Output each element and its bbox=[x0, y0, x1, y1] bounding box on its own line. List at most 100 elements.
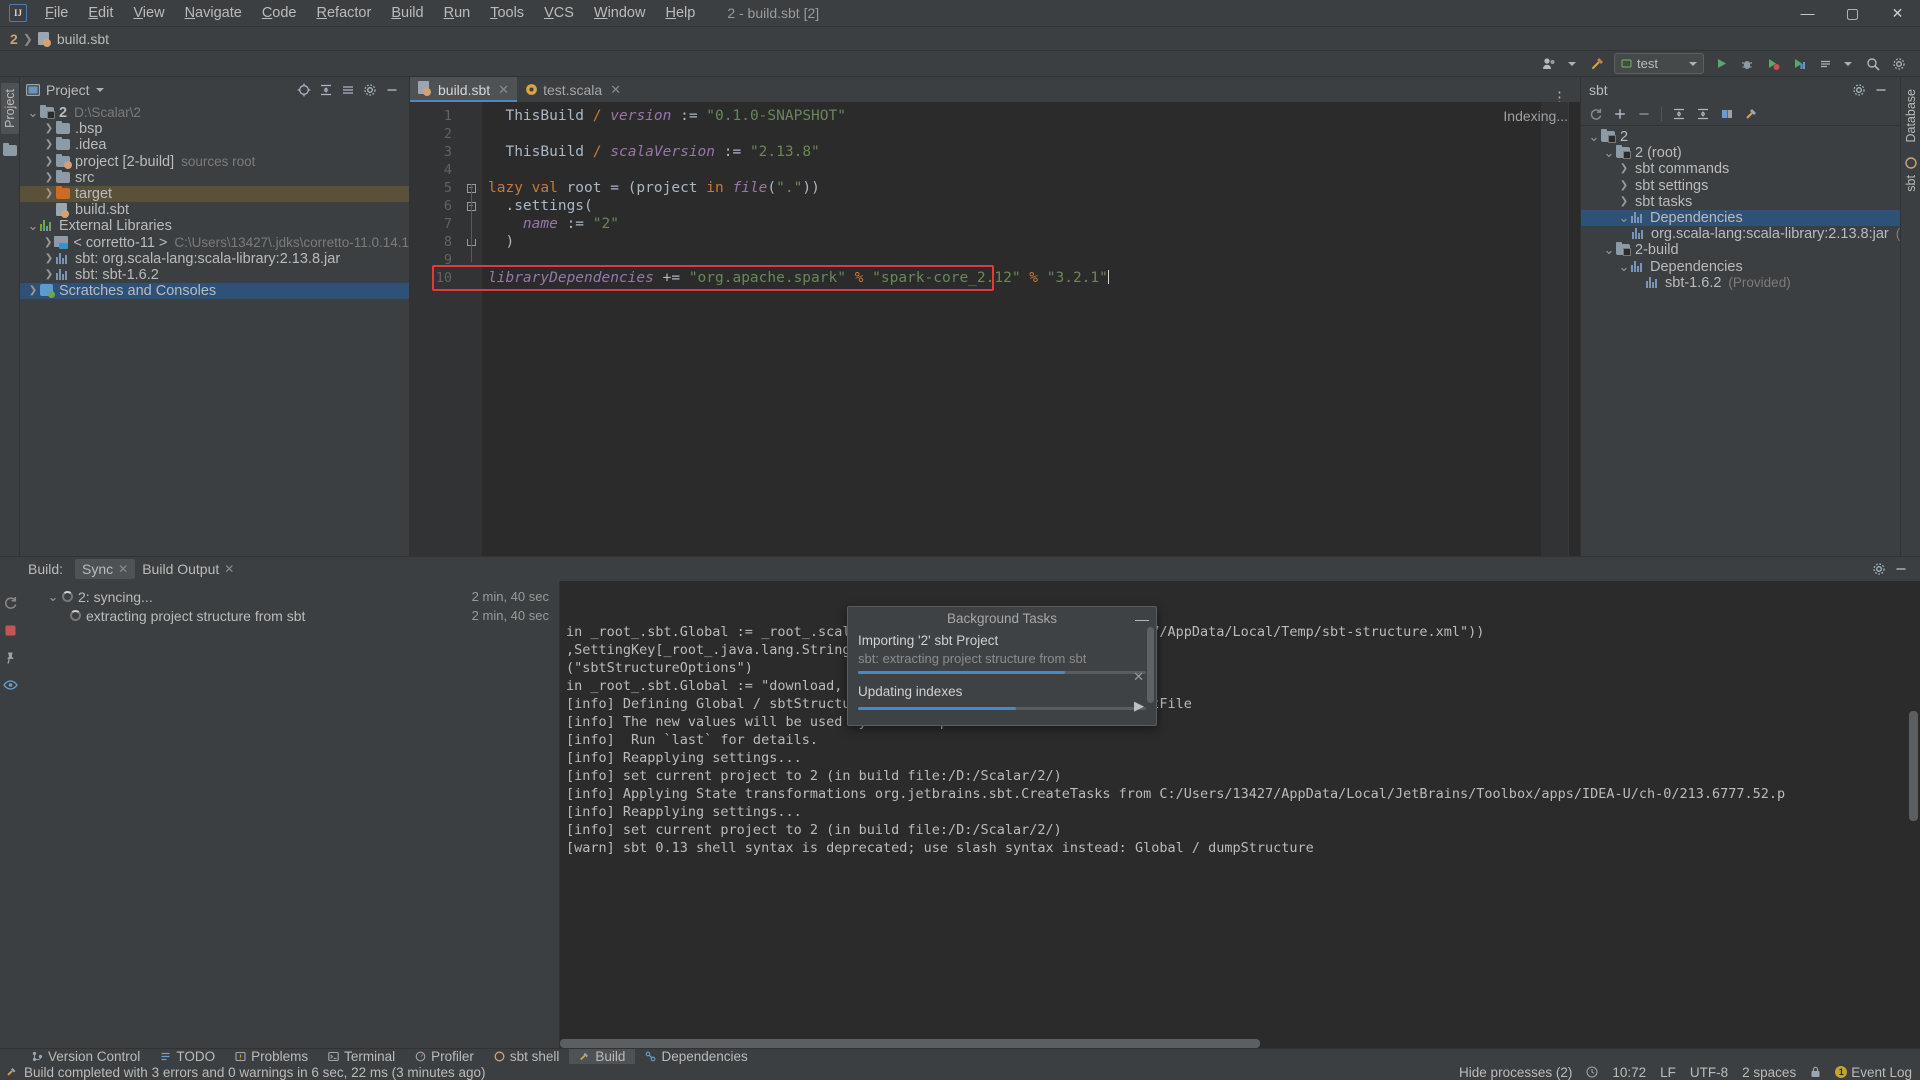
chevron-right-icon[interactable]: ❯ bbox=[1617, 178, 1631, 194]
build-task-node[interactable]: extracting project structure from sbt2 m… bbox=[20, 606, 559, 625]
build-task-node[interactable]: ⌄2: syncing...2 min, 40 sec bbox=[20, 587, 559, 606]
project-tree-node[interactable]: ⌄2D:\Scalar\2 bbox=[20, 105, 409, 121]
stop-icon[interactable] bbox=[4, 624, 17, 637]
add-icon[interactable] bbox=[1609, 104, 1631, 124]
chevron-right-icon[interactable]: ❯ bbox=[1617, 194, 1631, 210]
code-line[interactable]: libraryDependencies += "org.apache.spark… bbox=[482, 269, 1580, 287]
menu-item-edit[interactable]: Edit bbox=[78, 2, 123, 24]
lock-icon[interactable] bbox=[1810, 1066, 1821, 1078]
chevron-down-icon[interactable] bbox=[1689, 62, 1697, 66]
chevron-right-icon[interactable]: ❯ bbox=[1617, 161, 1631, 177]
gear-icon[interactable] bbox=[359, 80, 381, 100]
code-line[interactable]: name := "2" bbox=[482, 215, 1580, 233]
log-vertical-scrollbar[interactable] bbox=[1909, 711, 1918, 821]
bottom-tab-profiler[interactable]: Profiler bbox=[405, 1049, 484, 1065]
project-tree-node[interactable]: ❯src bbox=[20, 170, 409, 186]
search-icon[interactable] bbox=[1861, 53, 1885, 75]
line-separator[interactable]: LF bbox=[1660, 1065, 1676, 1080]
eye-icon[interactable] bbox=[3, 679, 18, 691]
refresh-icon[interactable] bbox=[1585, 104, 1607, 124]
caret-position[interactable]: 10:72 bbox=[1612, 1065, 1646, 1080]
menu-item-help[interactable]: Help bbox=[655, 2, 705, 24]
chevron-right-icon[interactable]: ❯ bbox=[42, 186, 56, 202]
build-tab-sync[interactable]: Sync✕ bbox=[75, 559, 135, 579]
project-tree-node[interactable]: ⌄External Libraries bbox=[20, 218, 409, 234]
more-vertical-icon[interactable]: ⋮ bbox=[1546, 93, 1573, 102]
expand-all-icon[interactable] bbox=[1668, 104, 1690, 124]
project-options-icon[interactable] bbox=[337, 80, 359, 100]
bottom-tab-sbt-shell[interactable]: sbt shell bbox=[484, 1049, 570, 1065]
chevron-down-icon[interactable]: ⌄ bbox=[1602, 145, 1616, 161]
bottom-tab-build[interactable]: Build bbox=[569, 1049, 635, 1065]
close-tab-icon[interactable]: ✕ bbox=[610, 82, 621, 98]
task-action-icon[interactable]: ▶ bbox=[1134, 698, 1144, 714]
chevron-down-icon[interactable]: ⌄ bbox=[26, 105, 40, 121]
event-log-button[interactable]: 1 Event Log bbox=[1835, 1065, 1912, 1080]
close-button[interactable]: ✕ bbox=[1875, 0, 1920, 27]
chevron-right-icon[interactable]: ❯ bbox=[42, 251, 56, 267]
sidebar-item-sbt[interactable]: sbt bbox=[1902, 169, 1920, 198]
gear-icon[interactable] bbox=[1868, 559, 1890, 579]
chevron-right-icon[interactable]: ❯ bbox=[26, 283, 40, 299]
project-dropdown-icon[interactable] bbox=[96, 88, 104, 92]
run-configuration-selector[interactable]: test bbox=[1614, 53, 1704, 74]
toolbar-caret-icon[interactable] bbox=[1844, 62, 1852, 66]
background-tasks-popup[interactable]: Background Tasks — Importing '2' sbt Pro… bbox=[847, 606, 1157, 726]
code-line[interactable]: lazy val root = (project in file(".")) bbox=[482, 179, 1580, 197]
sbt-tree-node[interactable]: ⌄2 (root) bbox=[1581, 145, 1900, 161]
code-line[interactable] bbox=[482, 125, 1580, 143]
rerun-icon[interactable] bbox=[3, 595, 18, 610]
sbt-tree-node[interactable]: ❯sbt tasks bbox=[1581, 194, 1900, 210]
sbt-tree-node[interactable]: ⌄2-build bbox=[1581, 242, 1900, 258]
build-task-tree[interactable]: ⌄2: syncing...2 min, 40 secextracting pr… bbox=[20, 581, 560, 1048]
more-run-options-icon[interactable] bbox=[1813, 53, 1837, 75]
menu-item-navigate[interactable]: Navigate bbox=[175, 2, 252, 24]
close-tab-icon[interactable]: ✕ bbox=[118, 562, 128, 576]
sbt-strip-icon[interactable] bbox=[1905, 157, 1917, 169]
debug-button[interactable] bbox=[1735, 53, 1759, 75]
collapse-all-icon[interactable] bbox=[315, 80, 337, 100]
menu-item-window[interactable]: Window bbox=[584, 2, 656, 24]
gear-icon[interactable] bbox=[1887, 53, 1911, 75]
chevron-down-icon[interactable]: ⌄ bbox=[26, 218, 40, 234]
hide-panel-icon[interactable] bbox=[1870, 80, 1892, 100]
background-tasks-scrollbar[interactable] bbox=[1147, 627, 1154, 703]
code-line[interactable]: ) bbox=[482, 233, 1580, 251]
file-encoding[interactable]: UTF-8 bbox=[1690, 1065, 1728, 1080]
minimize-icon[interactable]: — bbox=[1135, 611, 1149, 627]
bottom-tab-version-control[interactable]: Version Control bbox=[22, 1049, 150, 1065]
chevron-right-icon[interactable]: ❯ bbox=[42, 267, 56, 283]
breadcrumb[interactable]: 2 ❯ build.sbt bbox=[10, 31, 109, 47]
menu-item-tools[interactable]: Tools bbox=[480, 2, 534, 24]
user-caret-icon[interactable] bbox=[1568, 62, 1576, 66]
log-horizontal-scrollbar[interactable] bbox=[560, 1039, 1920, 1048]
gear-icon[interactable] bbox=[1848, 80, 1870, 100]
chevron-right-icon[interactable]: ❯ bbox=[42, 170, 56, 186]
hide-panel-icon[interactable] bbox=[1890, 559, 1912, 579]
chevron-down-icon[interactable]: ⌄ bbox=[46, 589, 60, 605]
folder-strip-icon[interactable] bbox=[3, 144, 17, 156]
project-tree-node[interactable]: ❯.idea bbox=[20, 137, 409, 153]
project-tree-node[interactable]: ❯.bsp bbox=[20, 121, 409, 137]
chevron-right-icon[interactable]: ❯ bbox=[42, 121, 56, 137]
minimize-button[interactable]: — bbox=[1785, 0, 1830, 27]
menu-item-file[interactable]: File bbox=[35, 2, 78, 24]
menu-item-refactor[interactable]: Refactor bbox=[307, 2, 382, 24]
sbt-tree-node[interactable]: sbt-1.6.2(Provided) bbox=[1581, 275, 1900, 291]
code-line[interactable] bbox=[482, 161, 1580, 179]
chevron-right-icon[interactable]: ❯ bbox=[42, 137, 56, 153]
sidebar-item-database[interactable]: Database bbox=[1902, 83, 1920, 149]
sbt-tree-node[interactable]: ❯sbt settings bbox=[1581, 178, 1900, 194]
menu-item-build[interactable]: Build bbox=[381, 2, 433, 24]
project-tree-node[interactable]: ❯Scratches and Consoles bbox=[20, 283, 409, 299]
project-tree-node[interactable]: ❯project [2-build]sources root bbox=[20, 154, 409, 170]
hide-panel-icon[interactable] bbox=[381, 80, 403, 100]
chevron-right-icon[interactable]: ❯ bbox=[42, 154, 56, 170]
pin-icon[interactable] bbox=[3, 651, 17, 665]
build-tools-icon[interactable] bbox=[1740, 104, 1762, 124]
build-icon[interactable] bbox=[1585, 53, 1609, 75]
code-line[interactable]: ThisBuild / scalaVersion := "2.13.8" bbox=[482, 143, 1580, 161]
profile-button[interactable] bbox=[1787, 53, 1811, 75]
sidebar-item-project[interactable]: Project bbox=[1, 83, 19, 134]
indent-setting[interactable]: 2 spaces bbox=[1742, 1065, 1796, 1080]
